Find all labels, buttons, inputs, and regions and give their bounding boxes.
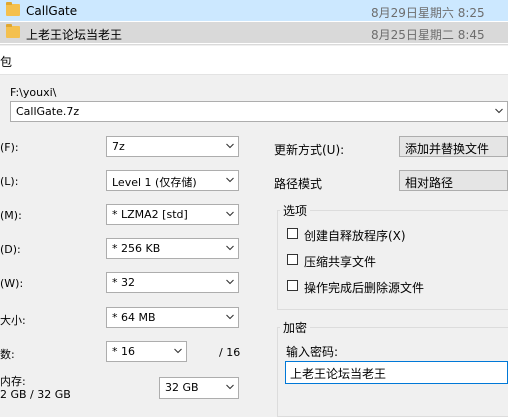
threads-select[interactable]: * 16 xyxy=(106,341,187,362)
chevron-down-icon xyxy=(226,314,234,321)
update-mode-value: 添加并替换文件 xyxy=(405,142,490,156)
chevron-down-icon xyxy=(226,245,234,252)
folder-icon xyxy=(6,2,20,16)
password-label: 输入密码: xyxy=(286,345,339,359)
file-date: 8月29日星期六 8:25 xyxy=(371,6,485,20)
password-input[interactable]: 上老王论坛当老王 xyxy=(285,361,508,384)
level-label: (L): xyxy=(0,175,19,188)
encryption-title: 加密 xyxy=(280,319,311,336)
chevron-down-icon xyxy=(226,143,234,150)
threads-max: / 16 xyxy=(219,346,241,359)
update-mode-label: 更新方式(U): xyxy=(274,143,345,157)
chevron-down-icon xyxy=(226,211,234,218)
chevron-down-icon xyxy=(226,279,234,286)
options-title: 选项 xyxy=(280,202,311,219)
format-select[interactable]: 7z xyxy=(106,136,239,157)
file-date: 8月25日星期二 8:45 xyxy=(371,28,485,42)
dictionary-label: (D): xyxy=(0,243,21,256)
sfx-checkbox[interactable] xyxy=(287,228,298,239)
word-size-label: (W): xyxy=(0,277,24,290)
delete-after-label: 操作完成后删除源文件 xyxy=(304,281,425,295)
archive-filename-combo[interactable]: CallGate.7z xyxy=(10,101,508,122)
word-size-value: * 32 xyxy=(112,276,135,289)
word-size-select[interactable]: * 32 xyxy=(106,272,239,293)
archive-filename: CallGate.7z xyxy=(16,105,80,118)
delete-after-checkbox[interactable] xyxy=(287,280,298,291)
solid-block-label: 大小: xyxy=(0,314,26,327)
sfx-label: 创建自释放程序(X) xyxy=(304,229,406,243)
password-value: 上老王论坛当老王 xyxy=(290,367,387,381)
path-mode-value: 相对路径 xyxy=(405,176,454,190)
chevron-down-icon[interactable] xyxy=(495,108,503,115)
file-name: 上老王论坛当老王 xyxy=(26,28,123,42)
method-select[interactable]: * LZMA2 [std] xyxy=(106,204,239,225)
chevron-down-icon xyxy=(174,348,182,355)
dictionary-select[interactable]: * 256 KB xyxy=(106,238,239,259)
format-label: (F): xyxy=(0,141,19,154)
memory-value: 32 GB xyxy=(165,381,199,394)
file-list: CallGate 8月29日星期六 8:25 上老王论坛当老王 8月25日星期二… xyxy=(0,0,508,44)
file-row-callgate[interactable]: CallGate 8月29日星期六 8:25 xyxy=(0,0,508,21)
threads-label: 数: xyxy=(0,348,15,361)
divider xyxy=(0,44,508,45)
shared-files-label: 压缩共享文件 xyxy=(304,255,377,269)
solid-block-value: * 64 MB xyxy=(112,311,156,324)
dictionary-value: * 256 KB xyxy=(112,242,161,255)
update-mode-select[interactable]: 添加并替换文件 xyxy=(399,136,508,157)
chevron-down-icon xyxy=(226,177,234,184)
shared-files-checkbox[interactable] xyxy=(287,254,298,265)
path-mode-label: 路径模式 xyxy=(274,177,323,191)
memory-label: 内存: xyxy=(0,375,26,388)
memory-select[interactable]: 32 GB xyxy=(159,377,239,399)
method-value: * LZMA2 [std] xyxy=(112,208,188,221)
folder-icon xyxy=(6,24,20,38)
format-value: 7z xyxy=(112,140,125,153)
memory-usage: 2 GB / 32 GB xyxy=(0,388,71,401)
file-row-forum[interactable]: 上老王论坛当老王 8月25日星期二 8:45 xyxy=(0,22,508,43)
solid-block-select[interactable]: * 64 MB xyxy=(106,307,239,328)
dialog-title-bar: 包 xyxy=(0,46,508,75)
sfx-option[interactable]: 创建自释放程序(X) xyxy=(287,227,502,243)
threads-value: * 16 xyxy=(112,345,135,358)
level-select[interactable]: Level 1 (仅存储) xyxy=(106,170,239,191)
dialog-title: 包 xyxy=(0,55,13,69)
chevron-down-icon xyxy=(226,384,234,391)
file-name: CallGate xyxy=(26,4,78,18)
path-mode-select[interactable]: 相对路径 xyxy=(399,170,508,191)
archive-path-label: F:\youxi\ xyxy=(10,86,57,99)
method-label: (M): xyxy=(0,209,22,222)
level-value: Level 1 (仅存储) xyxy=(112,176,197,189)
shared-files-option[interactable]: 压缩共享文件 xyxy=(287,253,502,269)
delete-after-option[interactable]: 操作完成后删除源文件 xyxy=(287,279,502,295)
